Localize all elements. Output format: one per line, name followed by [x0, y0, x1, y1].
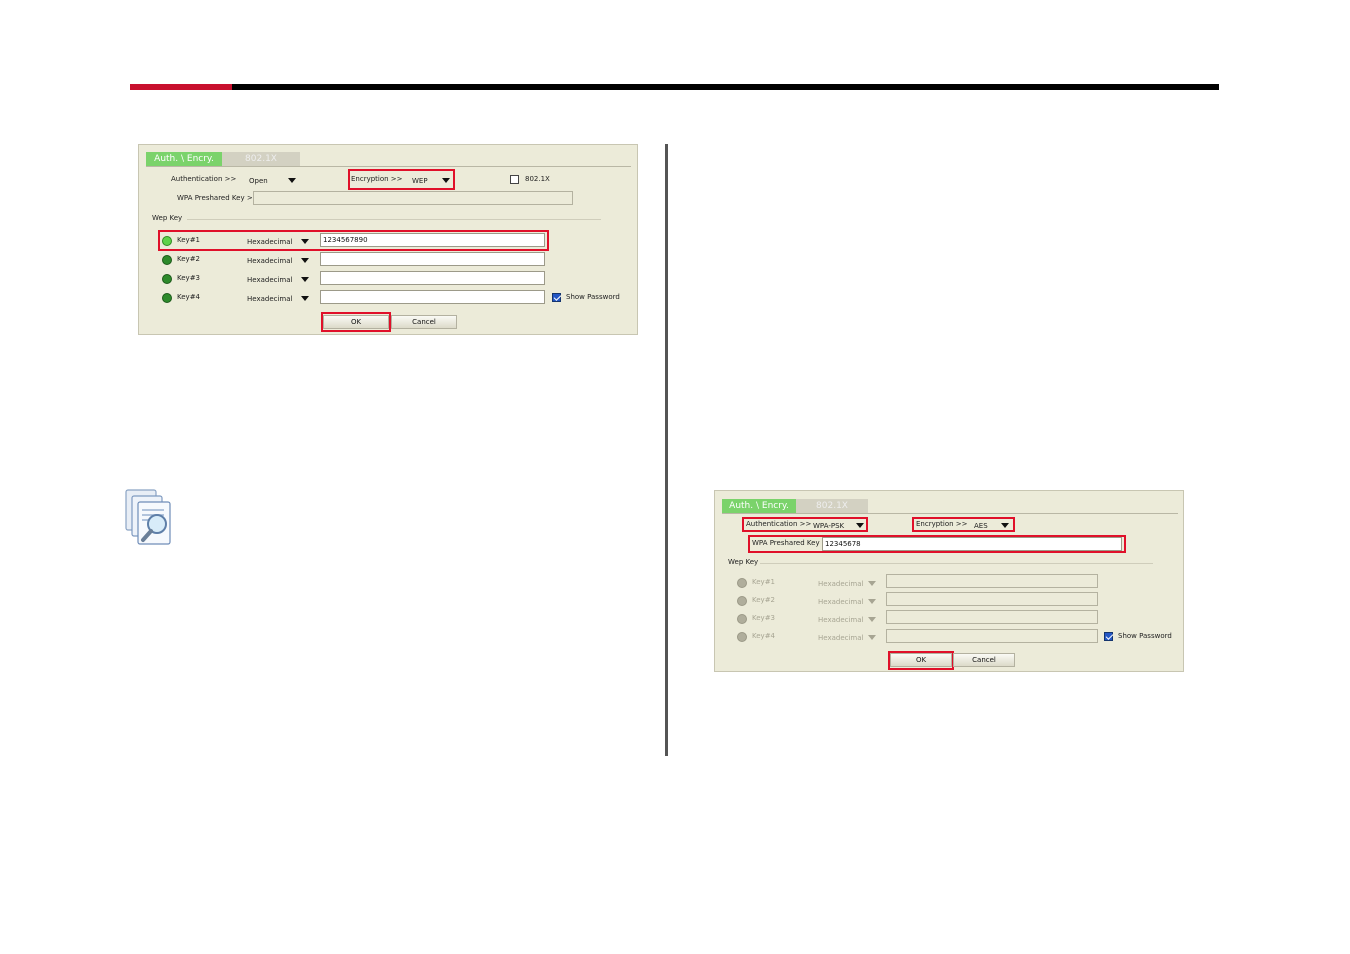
chevron-down-icon[interactable]	[868, 599, 876, 604]
key1-label: Key#1	[752, 578, 776, 586]
key4-radio[interactable]	[737, 632, 747, 642]
tab-auth-encry[interactable]: Auth. \ Encry.	[722, 499, 796, 513]
wpa-psk-input[interactable]	[253, 191, 573, 205]
wpa-psk-label: WPA Preshared Key >>	[177, 194, 259, 202]
cancel-button[interactable]: Cancel	[391, 315, 457, 329]
key3-format-select[interactable]: Hexadecimal	[818, 615, 863, 625]
key4-format-select[interactable]: Hexadecimal	[818, 633, 863, 643]
section-separator	[187, 219, 601, 220]
encryption-highlight-box	[348, 169, 455, 190]
key3-label: Key#3	[752, 614, 776, 622]
key2-input[interactable]	[886, 592, 1098, 606]
key2-input[interactable]	[320, 252, 545, 266]
key3-label: Key#3	[177, 274, 201, 282]
chevron-down-icon[interactable]	[868, 635, 876, 640]
key4-input[interactable]	[886, 629, 1098, 643]
ok-highlight-box	[321, 312, 391, 332]
key4-label: Key#4	[752, 632, 776, 640]
chevron-down-icon[interactable]	[868, 581, 876, 586]
wpa-psk-settings-panel: Auth. \ Encry. 802.1X Authentication >> …	[714, 490, 1184, 672]
encryption-highlight-box	[912, 517, 1015, 532]
section-separator	[760, 563, 1153, 564]
document-search-icon	[125, 489, 171, 545]
authentication-highlight-box	[742, 517, 868, 532]
chevron-down-icon[interactable]	[301, 277, 309, 282]
key2-radio[interactable]	[737, 596, 747, 606]
key4-label: Key#4	[177, 293, 201, 301]
key3-radio[interactable]	[162, 274, 172, 284]
chevron-down-icon[interactable]	[868, 617, 876, 622]
header-red-bar	[130, 84, 232, 90]
key1-radio[interactable]	[737, 578, 747, 588]
chevron-down-icon[interactable]	[301, 296, 309, 301]
header-black-bar	[232, 84, 1219, 90]
chevron-down-icon[interactable]	[288, 178, 296, 183]
key1-format-select[interactable]: Hexadecimal	[818, 579, 863, 589]
checkbox-8021x-label: 802.1X	[525, 175, 550, 183]
column-divider	[665, 144, 668, 756]
key1-input[interactable]	[886, 574, 1098, 588]
key2-format-select[interactable]: Hexadecimal	[818, 597, 863, 607]
key3-input[interactable]	[320, 271, 545, 285]
tab-underline	[146, 166, 631, 167]
key2-label: Key#2	[752, 596, 776, 604]
key4-input[interactable]	[320, 290, 545, 304]
wpa-psk-highlight-box	[748, 535, 1126, 553]
key1-highlight-box	[158, 230, 549, 251]
ok-highlight-box	[888, 651, 954, 670]
authentication-label: Authentication >>	[171, 175, 237, 183]
key3-radio[interactable]	[737, 614, 747, 624]
wep-key-section-title: Wep Key	[152, 214, 183, 222]
wep-settings-panel: Auth. \ Encry. 802.1X Authentication >> …	[138, 144, 638, 335]
show-password-label: Show Password	[1118, 632, 1172, 640]
tab-auth-encry[interactable]: Auth. \ Encry.	[146, 152, 222, 166]
key3-input[interactable]	[886, 610, 1098, 624]
tab-8021x[interactable]: 802.1X	[222, 152, 300, 166]
cancel-button[interactable]: Cancel	[953, 653, 1015, 667]
show-password-checkbox[interactable]	[1104, 632, 1113, 641]
show-password-checkbox[interactable]	[552, 293, 561, 302]
key3-format-select[interactable]: Hexadecimal	[247, 275, 292, 285]
authentication-select[interactable]: Open	[249, 176, 268, 186]
key4-format-select[interactable]: Hexadecimal	[247, 294, 292, 304]
show-password-label: Show Password	[566, 293, 620, 301]
checkbox-8021x[interactable]	[510, 175, 519, 184]
key4-radio[interactable]	[162, 293, 172, 303]
tab-underline	[722, 513, 1178, 514]
key2-radio[interactable]	[162, 255, 172, 265]
tab-8021x[interactable]: 802.1X	[796, 499, 868, 513]
key2-format-select[interactable]: Hexadecimal	[247, 256, 292, 266]
wep-key-section-title: Wep Key	[728, 558, 759, 566]
chevron-down-icon[interactable]	[301, 258, 309, 263]
key2-label: Key#2	[177, 255, 201, 263]
